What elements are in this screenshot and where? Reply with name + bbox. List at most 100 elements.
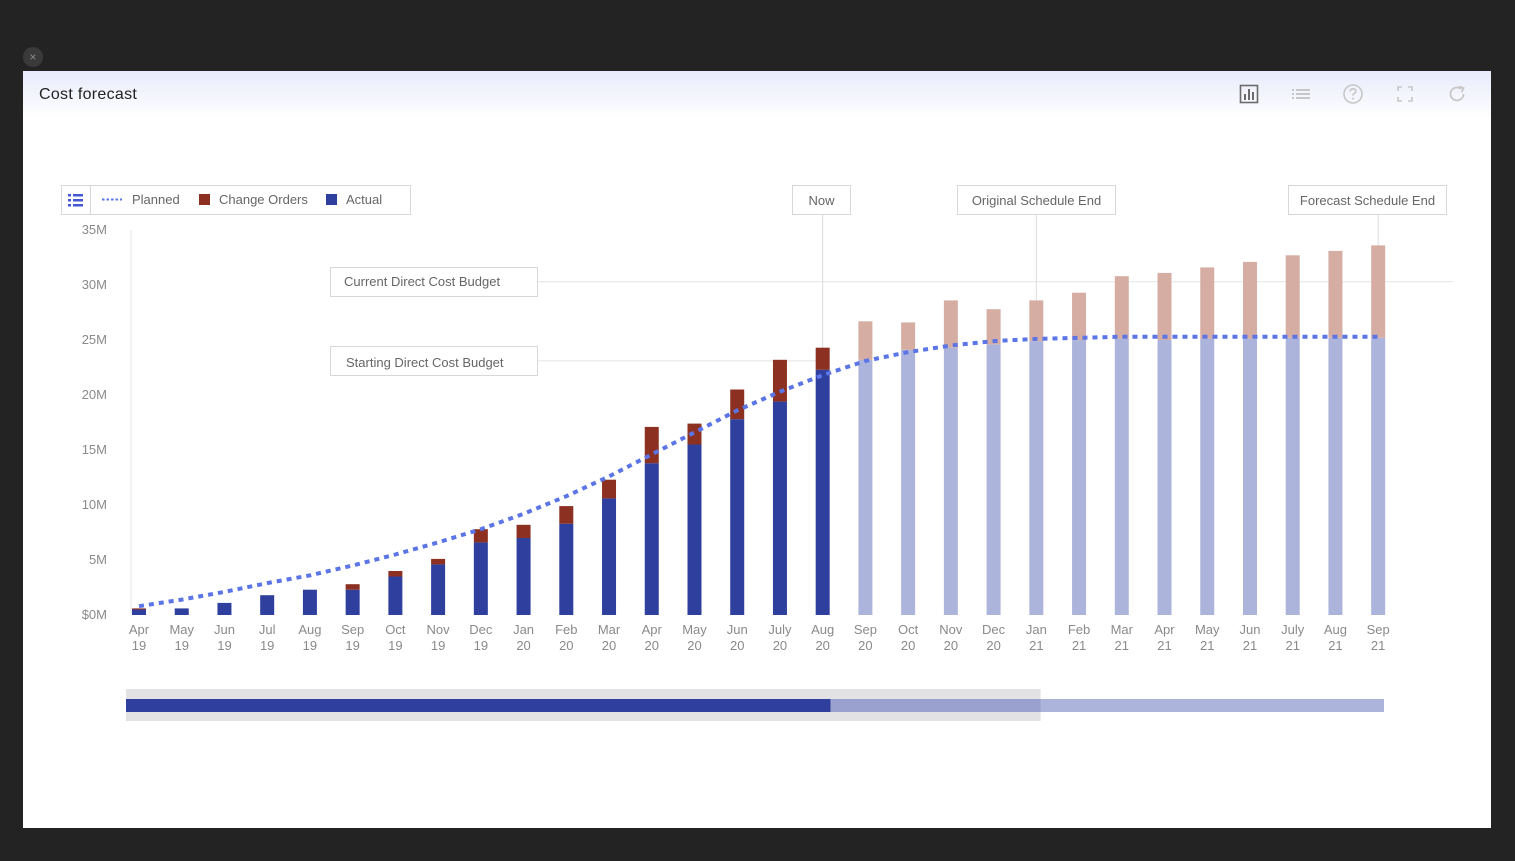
actual-bar — [986, 344, 1001, 615]
actual-bar — [1371, 337, 1386, 615]
change-orders-bar — [858, 321, 873, 360]
change-orders-bar — [516, 524, 531, 538]
x-tick-label: Dec 20 — [982, 622, 1006, 653]
current-direct-cost-budget-label: Current Direct Cost Budget — [344, 274, 500, 289]
now-annotation: Now — [792, 185, 851, 215]
x-tick-label: Feb 20 — [555, 622, 577, 653]
change-orders-bar — [1072, 292, 1087, 340]
y-tick-label: 10M — [82, 497, 107, 512]
change-orders-bar — [1242, 261, 1257, 339]
legend: Planned Change Orders Actual — [61, 185, 411, 215]
actual-bar — [1072, 340, 1087, 615]
actual-bar — [473, 542, 488, 615]
x-tick-label: Sep 19 — [341, 622, 364, 653]
change-orders-bar — [1285, 255, 1300, 338]
legend-list-icon[interactable] — [68, 194, 83, 207]
change-orders-bar — [388, 571, 403, 577]
time-navigator[interactable] — [126, 689, 1384, 721]
x-tick-label: Mar 20 — [598, 622, 621, 653]
x-tick-label: Jun 20 — [727, 622, 748, 653]
y-tick-label: 30M — [82, 277, 107, 292]
x-tick-label: Apr 20 — [642, 622, 663, 653]
forecast-schedule-end-annotation: Forecast Schedule End — [1288, 185, 1447, 215]
x-tick-label: Feb 21 — [1068, 622, 1090, 653]
change-orders-bar — [602, 479, 617, 499]
actual-bar — [772, 401, 787, 615]
actual-bar — [901, 349, 916, 615]
x-tick-label: Jun 21 — [1239, 622, 1260, 653]
x-tick-label: May 19 — [169, 622, 194, 653]
x-tick-label: Oct 20 — [898, 622, 919, 653]
original-schedule-end-label: Original Schedule End — [972, 193, 1101, 208]
x-tick-label: Nov 19 — [427, 622, 451, 653]
change-orders-bar — [559, 506, 574, 524]
actual-bar — [302, 589, 317, 615]
actual-bar — [730, 419, 745, 615]
change-orders-bar — [1029, 300, 1044, 342]
planned-series-line — [138, 334, 1379, 609]
x-tick-label: Aug 21 — [1324, 622, 1347, 653]
change-orders-bar — [132, 608, 146, 610]
change-orders-bar — [730, 389, 745, 420]
x-tick-label: Jul 19 — [259, 622, 276, 653]
actual-bar — [1114, 338, 1129, 615]
original-schedule-end-annotation: Original Schedule End — [957, 185, 1116, 215]
x-tick-label: Nov 20 — [939, 622, 963, 653]
actual-bar — [260, 595, 275, 615]
legend-actual-swatch — [326, 194, 337, 205]
y-tick-label: 25M — [82, 332, 107, 347]
x-tick-label: Mar 21 — [1111, 622, 1134, 653]
actual-bar — [1242, 338, 1257, 615]
x-tick-label: Apr 19 — [129, 622, 150, 653]
y-tick-label: 15M — [82, 442, 107, 457]
actual-bar — [1285, 337, 1300, 615]
y-tick-label: $0M — [82, 607, 107, 622]
change-orders-bar — [943, 300, 958, 348]
x-tick-label: Aug 19 — [298, 622, 321, 653]
actual-bar — [815, 369, 830, 615]
actual-bar — [388, 576, 403, 615]
navigator-actual-fill — [126, 699, 831, 712]
actual-bar — [1029, 341, 1044, 615]
legend-change-orders-swatch — [199, 194, 210, 205]
cost-forecast-panel: Cost forecast $0M 5M 10M 15M 20M 25M 30M 35M Ap… — [23, 71, 1491, 828]
actual-bar — [687, 444, 702, 615]
actual-bar — [858, 359, 873, 615]
change-orders-bar — [1200, 267, 1215, 339]
actual-bar — [943, 347, 958, 615]
close-icon[interactable]: × — [23, 47, 43, 67]
starting-direct-cost-budget-annotation: Starting Direct Cost Budget — [330, 346, 538, 376]
actual-bar — [1157, 340, 1172, 615]
x-tick-label: July 20 — [768, 622, 792, 653]
change-orders-bar — [1328, 250, 1343, 338]
starting-direct-cost-budget-label: Starting Direct Cost Budget — [346, 355, 504, 370]
x-tick-label: Jan 21 — [1026, 622, 1047, 653]
legend-change-orders-label: Change Orders — [219, 192, 308, 207]
navigator-selected-forecast — [830, 699, 1041, 712]
x-tick-label: Jun 19 — [214, 622, 235, 653]
x-tick-label: Aug 20 — [811, 622, 834, 653]
x-tick-label: May 21 — [1195, 622, 1220, 653]
legend-planned-label: Planned — [132, 192, 180, 207]
y-tick-label: 35M — [82, 222, 107, 237]
current-direct-cost-budget-annotation: Current Direct Cost Budget — [330, 267, 538, 297]
change-orders-bar — [1114, 276, 1129, 339]
x-tick-label: July 21 — [1281, 622, 1305, 653]
y-tick-label: 5M — [89, 552, 107, 567]
actual-bar — [644, 463, 659, 615]
actual-bar — [602, 498, 617, 615]
actual-bar — [559, 523, 574, 615]
x-tick-label: May 20 — [682, 622, 707, 653]
actual-bar — [431, 564, 446, 615]
change-orders-bar — [1157, 272, 1172, 340]
forecast-schedule-end-label: Forecast Schedule End — [1300, 193, 1435, 208]
now-label: Now — [808, 193, 835, 208]
legend-actual-label: Actual — [346, 192, 382, 207]
actual-bar — [132, 609, 146, 615]
x-tick-label: Sep 21 — [1367, 622, 1390, 653]
actual-bar — [516, 538, 531, 615]
actual-bar — [1200, 338, 1215, 615]
actual-bar — [174, 608, 189, 615]
change-orders-bar — [1371, 245, 1386, 338]
cost-forecast-chart: $0M 5M 10M 15M 20M 25M 30M 35M Apr 19 May 19 Jun 19 J… — [61, 185, 1453, 721]
